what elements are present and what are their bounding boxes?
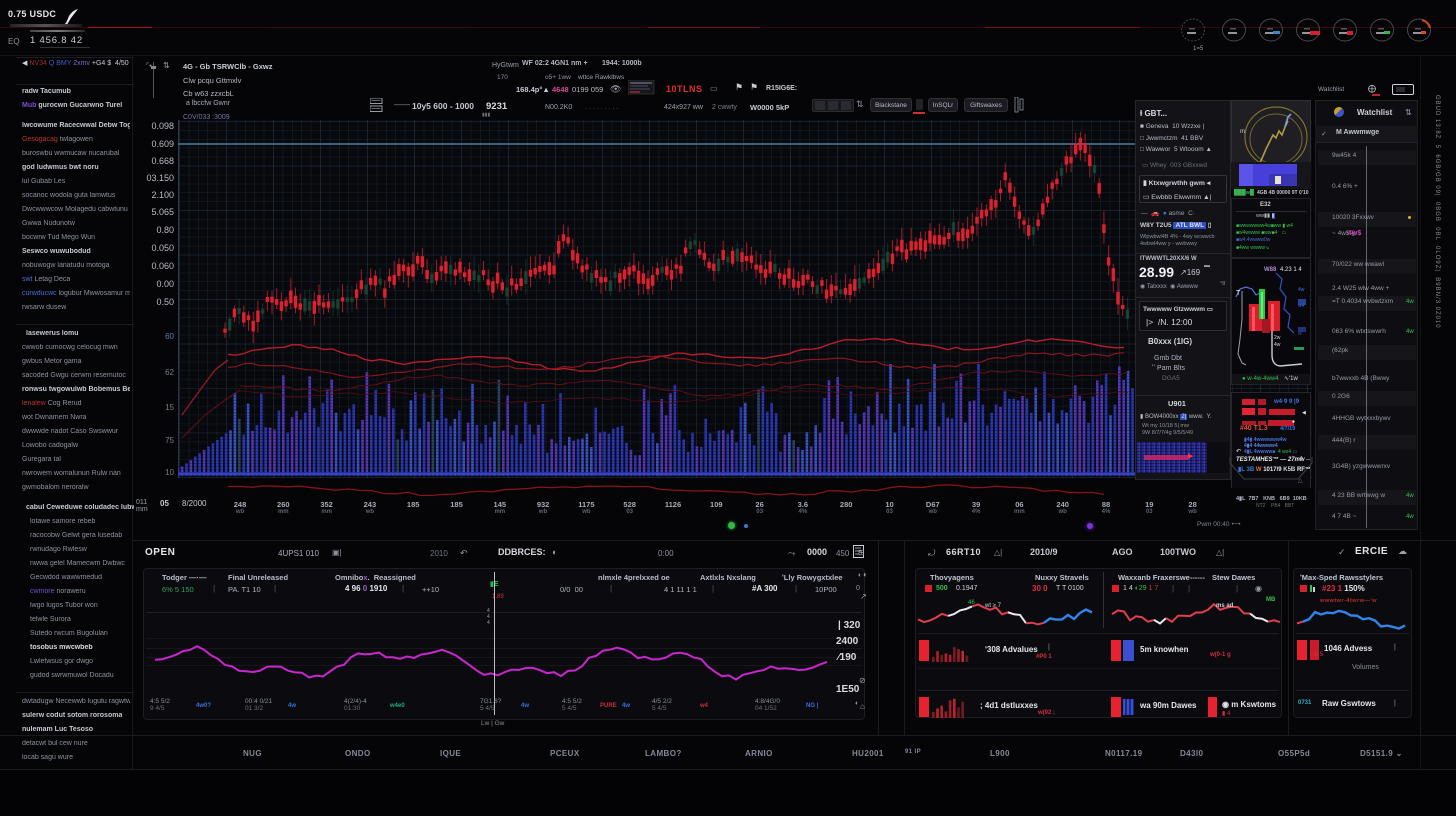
svg-text:2w: 2w <box>1274 335 1281 341</box>
svg-text:4w: 4w <box>1274 342 1281 348</box>
svg-text:W88: W88 <box>1264 267 1277 273</box>
svg-text:m: m <box>1240 129 1245 135</box>
svg-text:4w: 4w <box>1298 287 1305 293</box>
svg-text:4.23 1 4: 4.23 1 4 <box>1280 267 1302 273</box>
svg-text:T: T <box>1236 290 1241 297</box>
